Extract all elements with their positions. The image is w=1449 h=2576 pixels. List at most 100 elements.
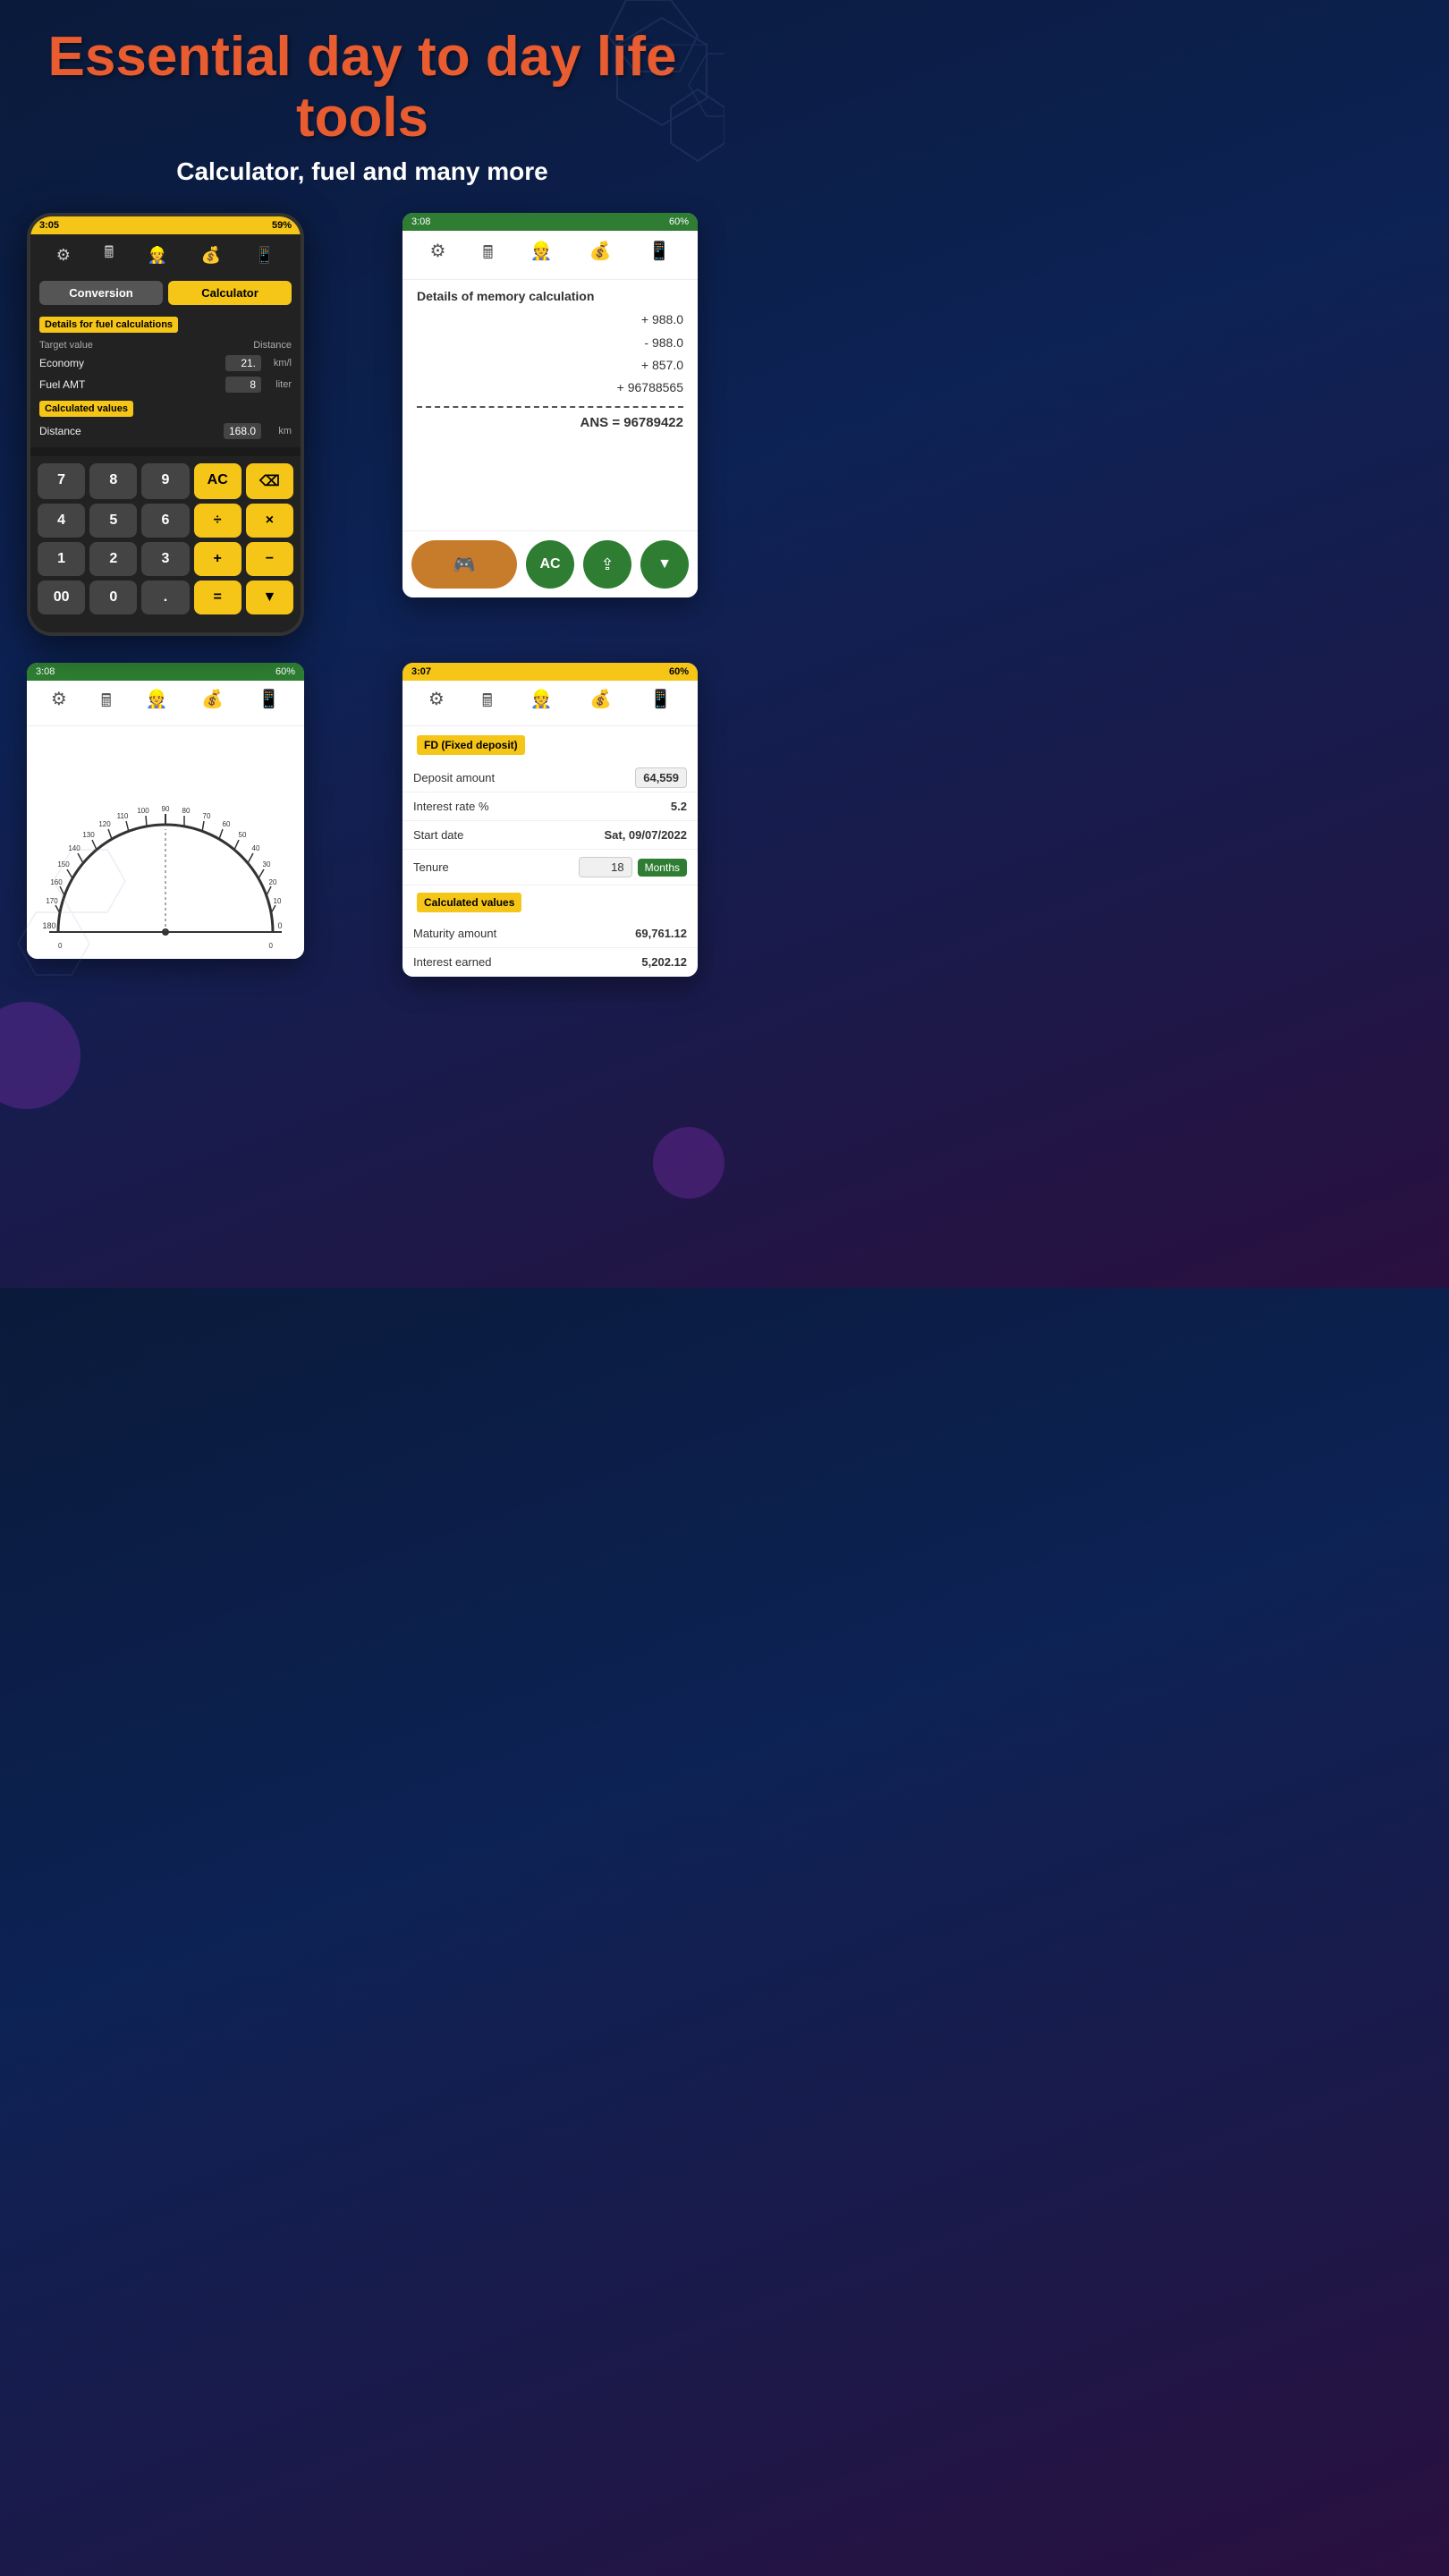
share-icon: ⇪: [600, 555, 614, 574]
deposit-row: Deposit amount 64,559: [402, 764, 698, 792]
fd-calculator-phone: 3:07 60% ⚙ 🖩 👷 💰 📱 FD (Fixed deposit) De…: [402, 663, 698, 977]
left-status-bar: 3:05 59%: [30, 216, 301, 234]
svg-text:0: 0: [277, 921, 282, 930]
key-multiply[interactable]: ×: [246, 504, 293, 538]
proto-status-bar: 3:08 60%: [27, 663, 304, 681]
p-worker-icon: 👷: [146, 688, 168, 718]
svg-text:20: 20: [269, 878, 277, 886]
key-down[interactable]: ▼: [246, 580, 293, 614]
key-6[interactable]: 6: [141, 504, 189, 538]
left-tabs: Conversion Calculator: [30, 275, 301, 310]
memory-line-2: - 988.0: [417, 332, 683, 354]
fd-worker-icon: 👷: [530, 688, 553, 718]
gear-icon: ⚙: [56, 246, 71, 265]
share-button[interactable]: ⇪: [583, 540, 631, 589]
maturity-label: Maturity amount: [413, 927, 496, 940]
memory-line-4: + 96788565: [417, 377, 683, 399]
ac-button[interactable]: AC: [526, 540, 574, 589]
key-2[interactable]: 2: [89, 542, 137, 576]
tenure-value-group: 18 Months: [579, 857, 687, 877]
svg-text:50: 50: [239, 831, 247, 839]
interest-rate-value: 5.2: [671, 800, 687, 813]
key-3[interactable]: 3: [141, 542, 189, 576]
deposit-value: 64,559: [635, 771, 687, 784]
interest-earned-value: 5,202.12: [641, 955, 687, 969]
key-equals[interactable]: =: [194, 580, 242, 614]
fd-battery: 60%: [669, 666, 689, 677]
memory-line-1: + 988.0: [417, 309, 683, 331]
memory-divider: [417, 406, 683, 408]
svg-text:90: 90: [162, 805, 170, 813]
left-time: 3:05: [39, 220, 59, 231]
fd-main-header: FD (Fixed deposit): [417, 735, 525, 755]
fd-gear-icon: ⚙: [428, 688, 445, 718]
distance-unit: km: [265, 426, 292, 436]
key-1[interactable]: 1: [38, 542, 85, 576]
start-date-label: Start date: [413, 828, 463, 842]
interest-earned-label: Interest earned: [413, 955, 491, 969]
fd-status-bar: 3:07 60%: [402, 663, 698, 681]
svg-text:40: 40: [252, 844, 260, 852]
svg-text:110: 110: [117, 812, 129, 820]
maturity-row: Maturity amount 69,761.12: [402, 919, 698, 948]
key-7[interactable]: 7: [38, 463, 85, 499]
key-9[interactable]: 9: [141, 463, 189, 499]
distance-value: 168.0: [224, 423, 261, 439]
key-5[interactable]: 5: [89, 504, 137, 538]
worker-icon: 👷: [148, 246, 167, 265]
tab-conversion[interactable]: Conversion: [39, 281, 163, 305]
tenure-unit: Months: [638, 859, 687, 877]
r-gear-icon: ⚙: [430, 240, 446, 270]
svg-text:120: 120: [98, 820, 111, 828]
col-distance: Distance: [253, 340, 292, 351]
phone-left: 3:05 59% ⚙ 🖩 👷 💰 📱 Conversion Calculator…: [27, 213, 304, 636]
key-dot[interactable]: .: [141, 580, 189, 614]
economy-label: Economy: [39, 357, 84, 369]
svg-text:0: 0: [269, 942, 274, 950]
key-divide[interactable]: ÷: [194, 504, 242, 538]
key-backspace[interactable]: ⌫: [246, 463, 293, 499]
calculator-icon: 🖩: [104, 242, 114, 268]
fd-calc-values-header: Calculated values: [417, 893, 521, 912]
down-button[interactable]: ▼: [640, 540, 689, 589]
game-button[interactable]: 🎮: [411, 540, 517, 589]
col-target: Target value: [39, 340, 93, 351]
fd-money-icon: 💰: [589, 688, 612, 718]
key-minus[interactable]: −: [246, 542, 293, 576]
memory-title: Details of memory calculation: [417, 289, 683, 303]
fd-time: 3:07: [411, 666, 431, 677]
key-ac[interactable]: AC: [194, 463, 242, 499]
calculated-values-header: Calculated values: [39, 401, 133, 417]
fuel-unit: liter: [265, 379, 292, 390]
fuel-col-headers: Target value Distance: [39, 338, 292, 352]
key-0[interactable]: 0: [89, 580, 137, 614]
svg-text:10: 10: [274, 897, 282, 905]
economy-unit: km/l: [265, 358, 292, 369]
tenure-value[interactable]: 18: [579, 857, 632, 877]
memory-content: Details of memory calculation + 988.0 - …: [402, 280, 698, 459]
panel-bottom-buttons: 🎮 AC ⇪ ▼: [402, 530, 698, 597]
fd-icons-bar: ⚙ 🖩 👷 💰 📱: [402, 681, 698, 726]
proto-battery: 60%: [275, 666, 295, 677]
maturity-value: 69,761.12: [635, 927, 687, 940]
memory-answer: ANS = 96789422: [417, 415, 683, 430]
deposit-label: Deposit amount: [413, 771, 495, 784]
fuel-amt-value: 8: [225, 377, 261, 393]
game-icon: 🎮: [453, 554, 476, 576]
key-4[interactable]: 4: [38, 504, 85, 538]
key-plus[interactable]: +: [194, 542, 242, 576]
key-8[interactable]: 8: [89, 463, 137, 499]
proto-time: 3:08: [36, 666, 55, 677]
tab-calculator[interactable]: Calculator: [168, 281, 292, 305]
memory-line-3: + 857.0: [417, 354, 683, 377]
p-money-icon: 💰: [201, 688, 224, 718]
economy-value: 21.: [225, 355, 261, 371]
distance-label: Distance: [39, 425, 81, 437]
svg-text:80: 80: [182, 807, 191, 815]
interest-rate-label: Interest rate %: [413, 800, 489, 813]
deposit-value-box[interactable]: 64,559: [635, 767, 687, 788]
key-double-zero[interactable]: 00: [38, 580, 85, 614]
fd-calc-icon: 🖩: [482, 688, 493, 718]
down-icon: ▼: [657, 556, 672, 572]
start-date-row: Start date Sat, 09/07/2022: [402, 821, 698, 850]
